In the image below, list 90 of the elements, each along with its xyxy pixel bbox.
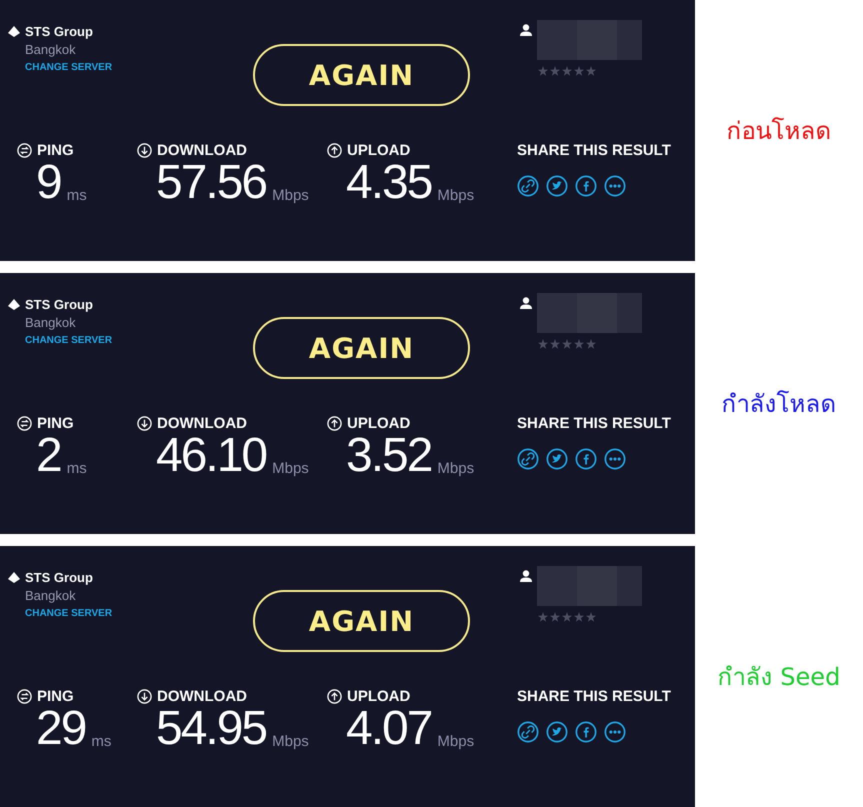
upload-icon [327,143,342,158]
share-title: SHARE THIS RESULT [517,415,672,432]
metric-unit: Mbps [437,733,474,750]
metric-label: PING [37,688,74,705]
metric-value: 29 [36,705,86,753]
server-location: Bangkok [25,588,77,603]
server-icon [8,299,20,310]
metric-label: PING [37,142,74,159]
metric-unit: Mbps [272,460,309,477]
star-icon[interactable] [538,66,548,76]
server-name: STS Group [25,297,93,312]
metric-label: DOWNLOAD [157,415,247,432]
metric-unit: Mbps [437,460,474,477]
user-icon [520,297,532,309]
share-title: SHARE THIS RESULT [517,688,672,705]
metric-label: PING [37,415,74,432]
upload-icon [327,416,342,431]
more-icon[interactable] [604,721,626,743]
bird-icon[interactable] [546,448,568,470]
server-icon [8,26,20,37]
metric-value: 46.10 [156,432,266,480]
star-icon[interactable] [574,66,584,76]
star-rating[interactable] [538,66,596,76]
download-icon [137,689,152,704]
ping-icon [17,689,32,704]
metric-value: 4.35 [346,159,432,207]
star-icon[interactable] [586,339,596,349]
server-location: Bangkok [25,42,77,57]
again-button[interactable]: AGAIN [253,44,470,106]
link-icon[interactable] [517,721,539,743]
server-name: STS Group [25,570,93,585]
metric-value: 4.07 [346,705,432,753]
bird-icon[interactable] [546,175,568,197]
link-icon[interactable] [517,448,539,470]
metric-label: DOWNLOAD [157,142,247,159]
more-icon[interactable] [604,175,626,197]
star-icon[interactable] [574,339,584,349]
again-button[interactable]: AGAIN [253,590,470,652]
star-icon[interactable] [550,66,560,76]
change-server-link[interactable]: CHANGE SERVER [25,62,112,73]
server-name: STS Group [25,24,93,39]
panel-caption: ก่อนโหลด [726,116,832,147]
star-icon[interactable] [562,612,572,622]
star-icon[interactable] [574,612,584,622]
star-icon[interactable] [550,339,560,349]
metric-unit: ms [66,187,87,204]
metric-label: DOWNLOAD [157,688,247,705]
metric-value: 54.95 [156,705,266,753]
ping-icon [17,143,32,158]
metric-unit: Mbps [272,733,309,750]
download-icon [137,416,152,431]
facebook-icon[interactable] [575,175,597,197]
star-rating[interactable] [538,612,596,622]
share-title: SHARE THIS RESULT [517,142,672,159]
panel-caption: กำลังโหลด [722,389,836,420]
star-icon[interactable] [562,66,572,76]
star-icon[interactable] [538,612,548,622]
more-icon[interactable] [604,448,626,470]
upload-icon [327,689,342,704]
link-icon[interactable] [517,175,539,197]
metric-unit: ms [91,733,112,750]
metric-unit: Mbps [437,187,474,204]
metric-value: 9 [36,159,61,207]
server-icon [8,572,20,583]
metric-value: 2 [36,432,61,480]
star-icon[interactable] [550,612,560,622]
facebook-icon[interactable] [575,448,597,470]
again-button[interactable]: AGAIN [253,317,470,379]
ping-icon [17,416,32,431]
change-server-link[interactable]: CHANGE SERVER [25,608,112,619]
star-icon[interactable] [586,612,596,622]
metric-unit: ms [66,460,87,477]
user-icon [520,570,532,582]
star-icon[interactable] [562,339,572,349]
facebook-icon[interactable] [575,721,597,743]
download-icon [137,143,152,158]
metric-label: UPLOAD [347,415,410,432]
server-location: Bangkok [25,315,77,330]
metric-value: 3.52 [346,432,432,480]
metric-value: 57.56 [156,159,266,207]
metric-label: UPLOAD [347,142,410,159]
panel-caption: กำลัง Seed [718,662,840,693]
star-rating[interactable] [538,339,596,349]
metric-unit: Mbps [272,187,309,204]
change-server-link[interactable]: CHANGE SERVER [25,335,112,346]
star-icon[interactable] [538,339,548,349]
metric-label: UPLOAD [347,688,410,705]
bird-icon[interactable] [546,721,568,743]
star-icon[interactable] [586,66,596,76]
user-icon [520,24,532,36]
